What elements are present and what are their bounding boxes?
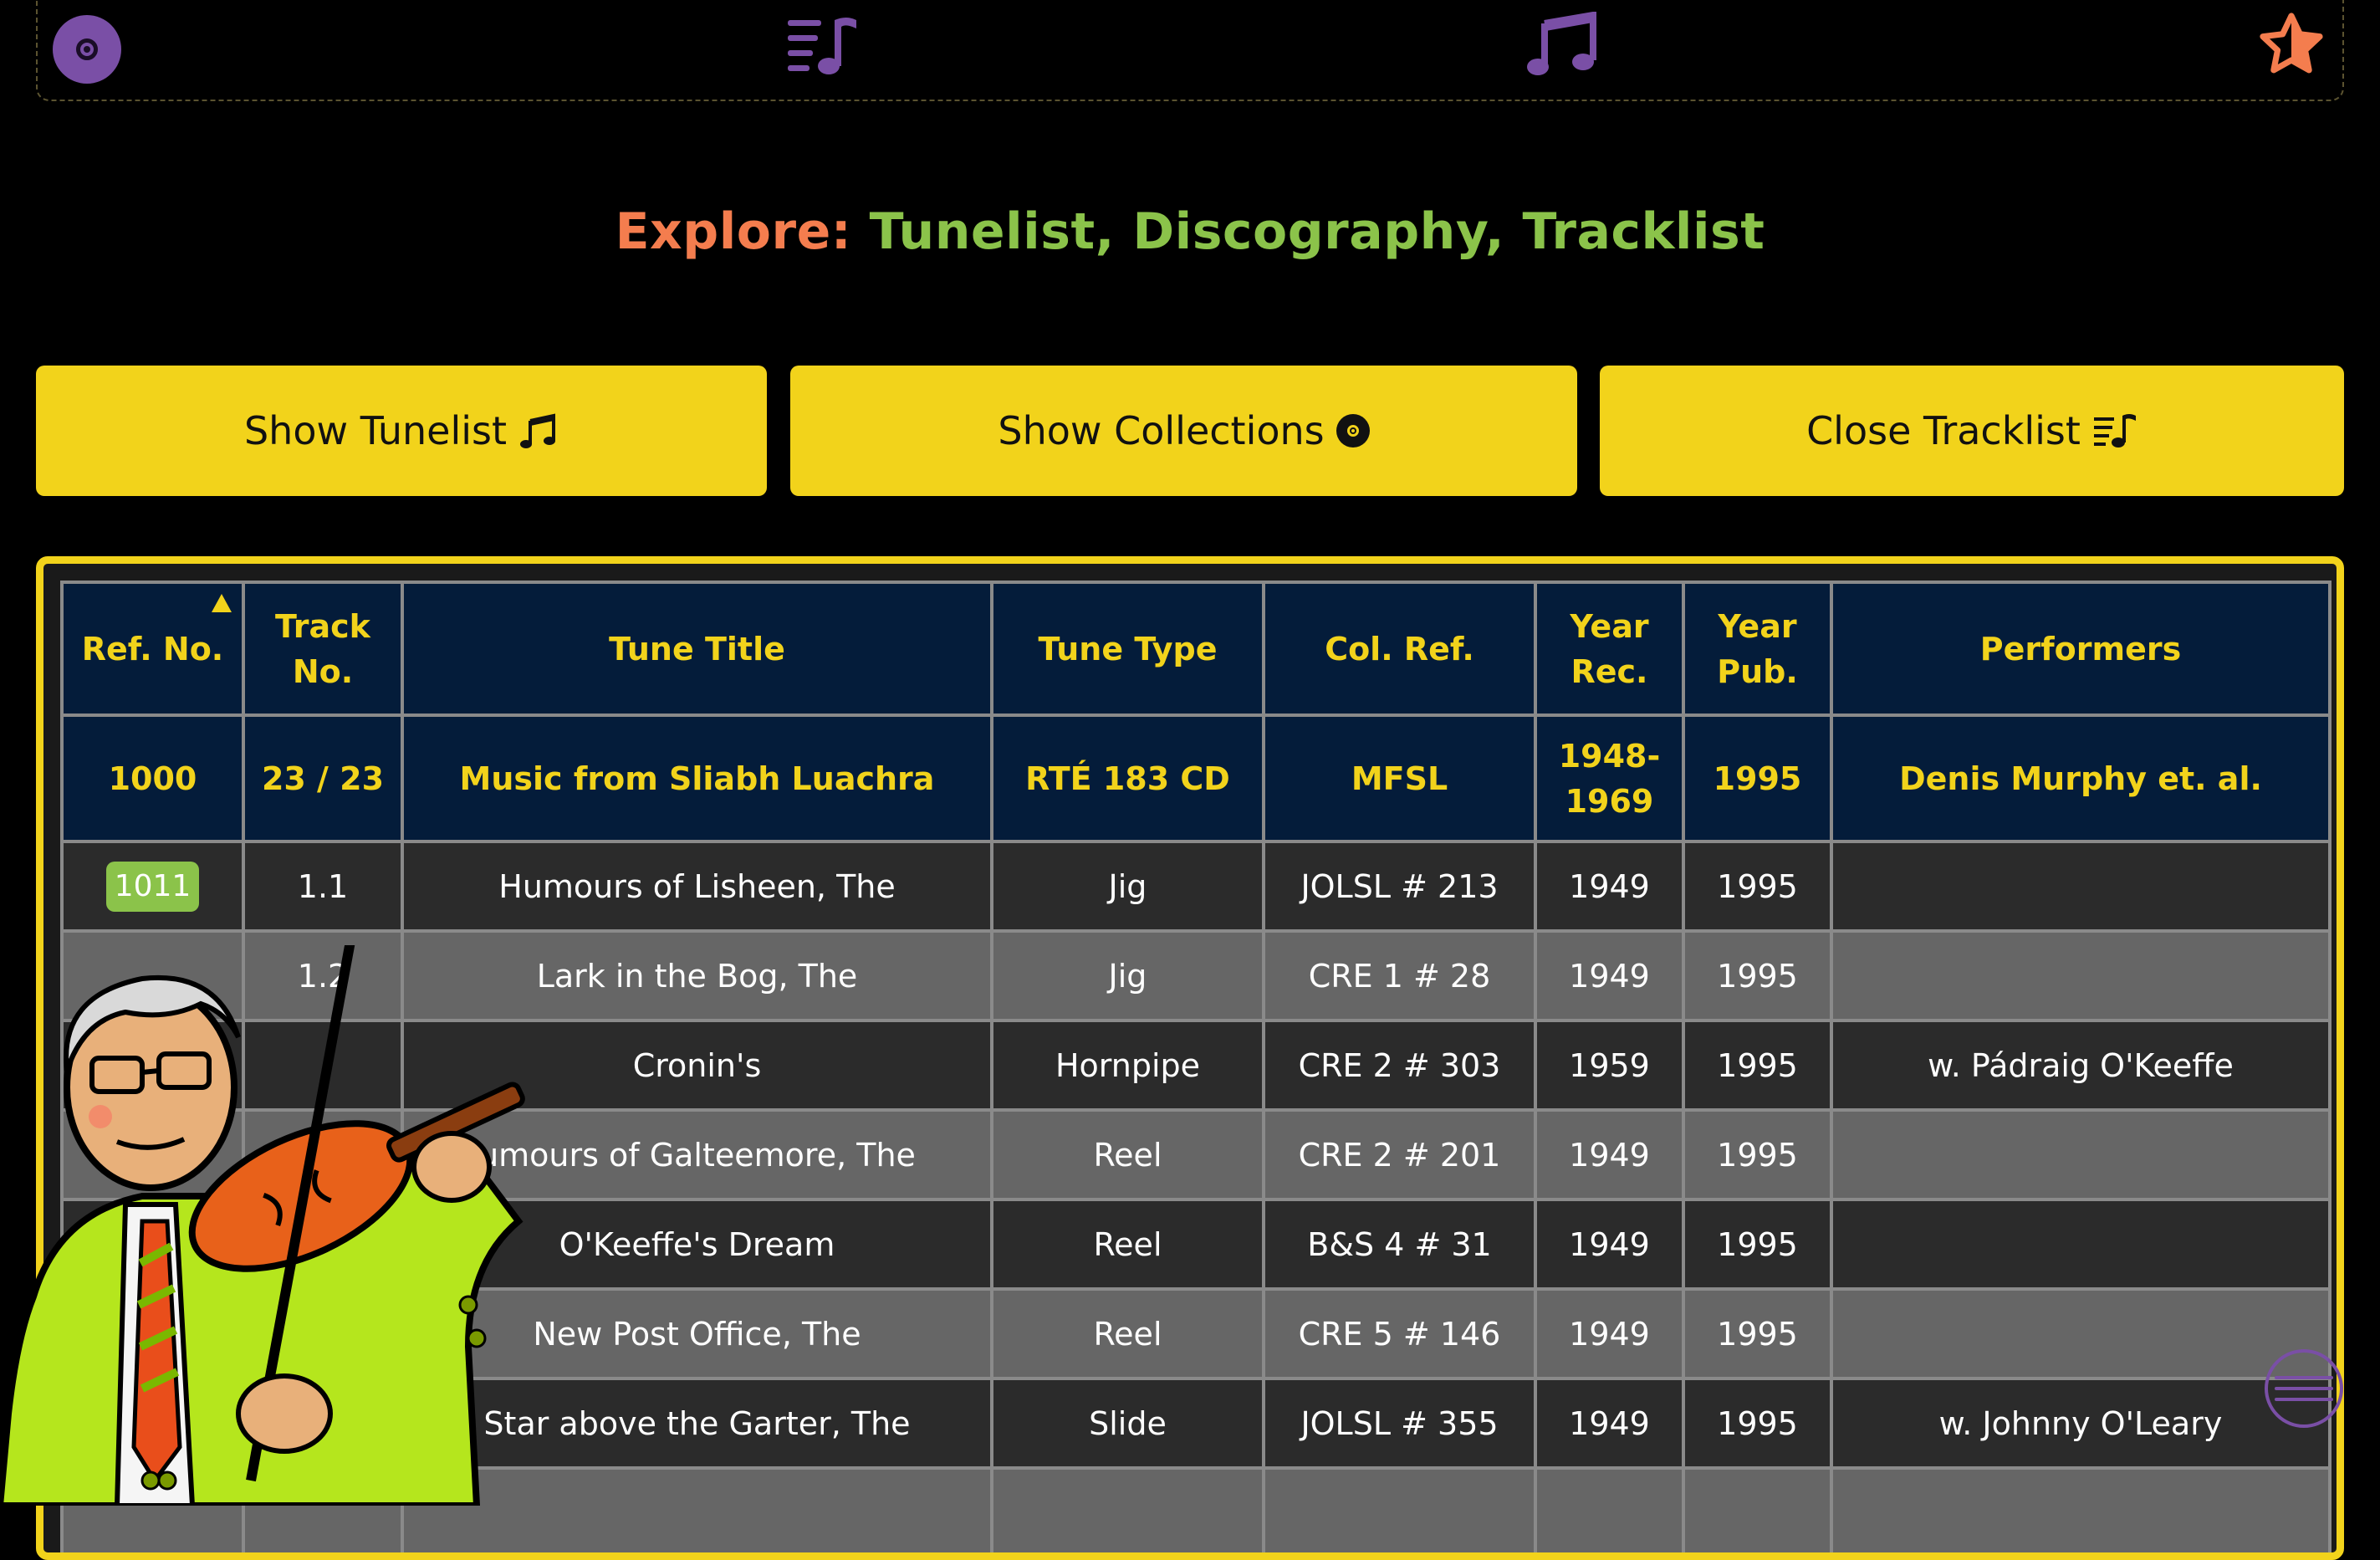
- year-rec-cell: 1949: [1534, 840, 1685, 933]
- year-rec-cell: 1949: [1534, 929, 1685, 1022]
- disc-icon: [1336, 414, 1370, 448]
- type-cell: Reel: [990, 1108, 1265, 1201]
- performers-cell: [1830, 1287, 2331, 1380]
- col-ref-cell: CRE 1 # 28: [1262, 929, 1537, 1022]
- col-ref-cell: CRE 5 # 146: [1262, 1287, 1537, 1380]
- type-cell: Reel: [990, 1287, 1265, 1380]
- performers-cell: [1830, 1108, 2331, 1201]
- type-cell: Jig: [990, 840, 1265, 933]
- show-collections-button[interactable]: Show Collections: [790, 366, 1577, 496]
- menu-icon: [2275, 1376, 2333, 1379]
- year-rec-cell: 1949: [1534, 1198, 1685, 1291]
- tracklist-icon: [2093, 414, 2136, 448]
- year-pub-cell: 1995: [1682, 1287, 1833, 1380]
- col-header-title[interactable]: Tune Title: [401, 581, 993, 717]
- performers-cell: w. Johnny O'Leary: [1830, 1377, 2331, 1470]
- table-row: 1011 1.1 Humours of Lisheen, The Jig JOL…: [60, 840, 2331, 933]
- col-ref-cell: JOLSL # 355: [1262, 1377, 1537, 1470]
- close-tracklist-button[interactable]: Close Tracklist: [1600, 366, 2344, 496]
- year-rec-cell: 1949: [1534, 1287, 1685, 1380]
- album-track: 23 / 23: [242, 714, 404, 843]
- page-title-label: Explore:: [615, 202, 852, 261]
- tracklist-icon[interactable]: [786, 12, 861, 79]
- ref-badge[interactable]: 1011: [105, 861, 200, 912]
- ref-cell: 1011: [60, 840, 245, 933]
- col-header-type[interactable]: Tune Type: [990, 581, 1265, 717]
- year-pub-cell: 1995: [1682, 1377, 1833, 1470]
- type-cell: Slide: [990, 1377, 1265, 1470]
- type-cell: Reel: [990, 1198, 1265, 1291]
- col-header-year-pub[interactable]: Year Pub.: [1682, 581, 1833, 717]
- col-ref-cell: JOLSL # 213: [1262, 840, 1537, 933]
- page-title-value: Tunelist, Discography, Tracklist: [869, 202, 1765, 261]
- track-cell: 1.1: [242, 840, 404, 933]
- album-col-ref: MFSL: [1262, 714, 1537, 843]
- performers-cell: w. Pádraig O'Keeffe: [1830, 1019, 2331, 1112]
- fiddler-illustration: [0, 945, 525, 1506]
- album-row: 1000 23 / 23 Music from Sliabh Luachra R…: [60, 714, 2331, 843]
- top-nav: [36, 0, 2344, 101]
- show-collections-label: Show Collections: [998, 408, 1325, 453]
- col-ref-cell: CRE 2 # 303: [1262, 1019, 1537, 1112]
- year-rec-cell: 1949: [1534, 1108, 1685, 1201]
- col-header-ref[interactable]: Ref. No.: [60, 581, 245, 717]
- menu-button[interactable]: [2265, 1349, 2343, 1428]
- type-cell: Jig: [990, 929, 1265, 1022]
- album-year-rec: 1948- 1969: [1534, 714, 1685, 843]
- album-type: RTÉ 183 CD: [990, 714, 1265, 843]
- disc-icon[interactable]: [53, 15, 121, 84]
- music-note-icon: [520, 413, 556, 448]
- performers-cell: [1830, 1198, 2331, 1291]
- performers-cell: [1830, 929, 2331, 1022]
- col-ref-cell: B&S 4 # 31: [1262, 1198, 1537, 1291]
- show-tunelist-label: Show Tunelist: [243, 408, 508, 453]
- col-header-performers[interactable]: Performers: [1830, 581, 2331, 717]
- year-pub-cell: 1995: [1682, 1108, 1833, 1201]
- year-rec-cell: 1949: [1534, 1377, 1685, 1470]
- col-header-year-rec[interactable]: Year Rec.: [1534, 581, 1685, 717]
- type-cell: Hornpipe: [990, 1019, 1265, 1112]
- album-ref: 1000: [60, 714, 245, 843]
- col-header-col-ref[interactable]: Col. Ref.: [1262, 581, 1537, 717]
- page-title: Explore: Tunelist, Discography, Tracklis…: [0, 202, 2380, 261]
- col-header-track[interactable]: Track No.: [242, 581, 404, 717]
- year-pub-cell: 1995: [1682, 840, 1833, 933]
- album-year-pub: 1995: [1682, 714, 1833, 843]
- star-icon[interactable]: [2254, 8, 2329, 80]
- year-pub-cell: 1995: [1682, 929, 1833, 1022]
- show-tunelist-button[interactable]: Show Tunelist: [36, 366, 767, 496]
- title-cell: Humours of Lisheen, The: [401, 840, 993, 933]
- close-tracklist-label: Close Tracklist: [1806, 408, 2081, 453]
- year-pub-cell: 1995: [1682, 1198, 1833, 1291]
- music-notes-icon[interactable]: [1526, 12, 1598, 79]
- table-header-row: Ref. No. Track No. Tune Title Tune Type …: [60, 581, 2331, 717]
- performers-cell: [1830, 840, 2331, 933]
- col-ref-cell: CRE 2 # 201: [1262, 1108, 1537, 1201]
- album-performers: Denis Murphy et. al.: [1830, 714, 2331, 843]
- album-title: Music from Sliabh Luachra: [401, 714, 993, 843]
- year-rec-cell: 1959: [1534, 1019, 1685, 1112]
- year-pub-cell: 1995: [1682, 1019, 1833, 1112]
- sort-ascending-icon: [212, 594, 232, 612]
